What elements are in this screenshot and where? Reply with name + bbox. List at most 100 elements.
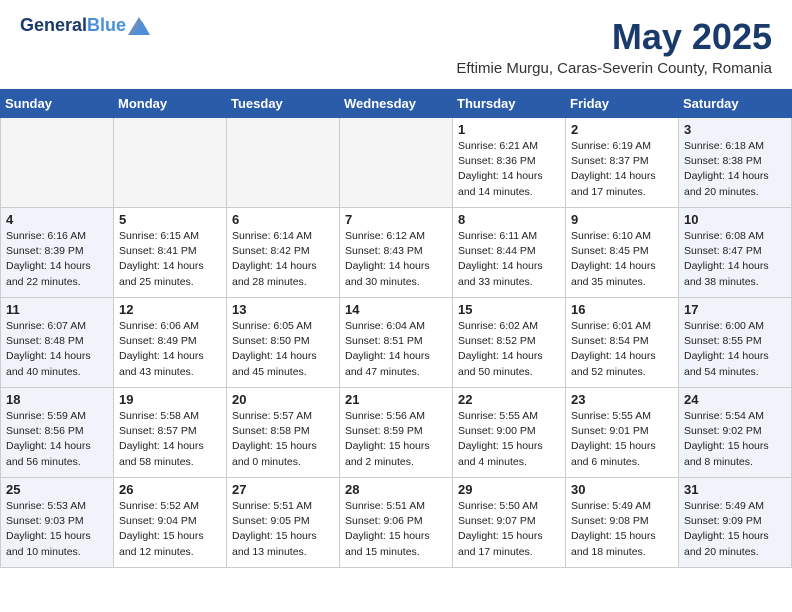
calendar-header-row: SundayMondayTuesdayWednesdayThursdayFrid…: [1, 90, 792, 118]
col-header-monday: Monday: [114, 90, 227, 118]
day-info: Sunrise: 6:05 AM Sunset: 8:50 PM Dayligh…: [232, 319, 334, 380]
day-number: 31: [684, 482, 786, 497]
day-number: 8: [458, 212, 560, 227]
logo: GeneralBlue: [20, 16, 150, 36]
week-row-4: 18 Sunrise: 5:59 AM Sunset: 8:56 PM Dayli…: [1, 388, 792, 478]
day-number: 5: [119, 212, 221, 227]
week-row-3: 11 Sunrise: 6:07 AM Sunset: 8:48 PM Dayli…: [1, 298, 792, 388]
day-info: Sunrise: 5:53 AM Sunset: 9:03 PM Dayligh…: [6, 499, 108, 560]
calendar-cell: 14Sunrise: 6:04 AM Sunset: 8:51 PM Dayli…: [340, 298, 453, 388]
day-number: 19: [119, 392, 221, 407]
day-info: Sunrise: 6:18 AM Sunset: 8:38 PM Dayligh…: [684, 139, 786, 200]
day-number: 4: [6, 212, 108, 227]
day-info: Sunrise: 5:54 AM Sunset: 9:02 PM Dayligh…: [684, 409, 786, 470]
calendar-cell: [114, 118, 227, 208]
day-number: 13: [232, 302, 334, 317]
day-info: Sunrise: 6:11 AM Sunset: 8:44 PM Dayligh…: [458, 229, 560, 290]
day-number: 26: [119, 482, 221, 497]
col-header-thursday: Thursday: [453, 90, 566, 118]
week-row-5: 25Sunrise: 5:53 AM Sunset: 9:03 PM Dayli…: [1, 478, 792, 568]
calendar-cell: 1Sunrise: 6:21 AM Sunset: 8:36 PM Daylig…: [453, 118, 566, 208]
day-info: Sunrise: 6:14 AM Sunset: 8:42 PM Dayligh…: [232, 229, 334, 290]
calendar-cell: 18 Sunrise: 5:59 AM Sunset: 8:56 PM Dayli…: [1, 388, 114, 478]
day-number: 29: [458, 482, 560, 497]
col-header-wednesday: Wednesday: [340, 90, 453, 118]
calendar-cell: 17 Sunrise: 6:00 AM Sunset: 8:55 PM Dayli…: [679, 298, 792, 388]
day-info: Sunrise: 5:50 AM Sunset: 9:07 PM Dayligh…: [458, 499, 560, 560]
day-info: Sunrise: 5:59 AM Sunset: 8:56 PM Dayligh…: [6, 409, 108, 470]
day-number: 23: [571, 392, 673, 407]
calendar-cell: 15Sunrise: 6:02 AM Sunset: 8:52 PM Dayli…: [453, 298, 566, 388]
week-row-2: 4 Sunrise: 6:16 AM Sunset: 8:39 PM Daylig…: [1, 208, 792, 298]
day-number: 7: [345, 212, 447, 227]
day-number: 30: [571, 482, 673, 497]
calendar-cell: 2 Sunrise: 6:19 AM Sunset: 8:37 PM Daylig…: [566, 118, 679, 208]
day-number: 20: [232, 392, 334, 407]
day-info: Sunrise: 6:02 AM Sunset: 8:52 PM Dayligh…: [458, 319, 560, 380]
day-info: Sunrise: 5:49 AM Sunset: 9:09 PM Dayligh…: [684, 499, 786, 560]
day-number: 12: [119, 302, 221, 317]
day-number: 28: [345, 482, 447, 497]
calendar-cell: 13 Sunrise: 6:05 AM Sunset: 8:50 PM Dayli…: [227, 298, 340, 388]
day-info: Sunrise: 5:55 AM Sunset: 9:00 PM Dayligh…: [458, 409, 560, 470]
day-info: Sunrise: 6:15 AM Sunset: 8:41 PM Dayligh…: [119, 229, 221, 290]
calendar-cell: 25Sunrise: 5:53 AM Sunset: 9:03 PM Dayli…: [1, 478, 114, 568]
calendar-cell: 28 Sunrise: 5:51 AM Sunset: 9:06 PM Dayli…: [340, 478, 453, 568]
calendar: SundayMondayTuesdayWednesdayThursdayFrid…: [0, 89, 792, 568]
day-number: 3: [684, 122, 786, 137]
calendar-cell: 31 Sunrise: 5:49 AM Sunset: 9:09 PM Dayli…: [679, 478, 792, 568]
calendar-cell: 12 Sunrise: 6:06 AM Sunset: 8:49 PM Dayli…: [114, 298, 227, 388]
calendar-cell: 5 Sunrise: 6:15 AM Sunset: 8:41 PM Daylig…: [114, 208, 227, 298]
col-header-sunday: Sunday: [1, 90, 114, 118]
day-number: 6: [232, 212, 334, 227]
header: GeneralBlue May 2025 Eftimie Murgu, Cara…: [0, 0, 792, 81]
day-info: Sunrise: 6:04 AM Sunset: 8:51 PM Dayligh…: [345, 319, 447, 380]
calendar-cell: [1, 118, 114, 208]
day-number: 21: [345, 392, 447, 407]
day-number: 9: [571, 212, 673, 227]
day-info: Sunrise: 6:16 AM Sunset: 8:39 PM Dayligh…: [6, 229, 108, 290]
calendar-cell: 3 Sunrise: 6:18 AM Sunset: 8:38 PM Daylig…: [679, 118, 792, 208]
day-info: Sunrise: 6:00 AM Sunset: 8:55 PM Dayligh…: [684, 319, 786, 380]
calendar-cell: [227, 118, 340, 208]
day-info: Sunrise: 5:51 AM Sunset: 9:06 PM Dayligh…: [345, 499, 447, 560]
day-number: 27: [232, 482, 334, 497]
day-number: 1: [458, 122, 560, 137]
calendar-cell: 16Sunrise: 6:01 AM Sunset: 8:54 PM Dayli…: [566, 298, 679, 388]
day-number: 11: [6, 302, 108, 317]
calendar-cell: 21 Sunrise: 5:56 AM Sunset: 8:59 PM Dayli…: [340, 388, 453, 478]
day-info: Sunrise: 6:10 AM Sunset: 8:45 PM Dayligh…: [571, 229, 673, 290]
calendar-cell: 26 Sunrise: 5:52 AM Sunset: 9:04 PM Dayli…: [114, 478, 227, 568]
day-number: 17: [684, 302, 786, 317]
day-number: 24: [684, 392, 786, 407]
calendar-cell: 27 Sunrise: 5:51 AM Sunset: 9:05 PM Dayli…: [227, 478, 340, 568]
day-info: Sunrise: 6:06 AM Sunset: 8:49 PM Dayligh…: [119, 319, 221, 380]
calendar-cell: 22 Sunrise: 5:55 AM Sunset: 9:00 PM Dayli…: [453, 388, 566, 478]
calendar-cell: 10Sunrise: 6:08 AM Sunset: 8:47 PM Dayli…: [679, 208, 792, 298]
day-number: 10: [684, 212, 786, 227]
col-header-friday: Friday: [566, 90, 679, 118]
day-number: 18: [6, 392, 108, 407]
day-info: Sunrise: 6:07 AM Sunset: 8:48 PM Dayligh…: [6, 319, 108, 380]
day-info: Sunrise: 6:19 AM Sunset: 8:37 PM Dayligh…: [571, 139, 673, 200]
calendar-cell: 20Sunrise: 5:57 AM Sunset: 8:58 PM Dayli…: [227, 388, 340, 478]
calendar-cell: 8 Sunrise: 6:11 AM Sunset: 8:44 PM Daylig…: [453, 208, 566, 298]
calendar-cell: 30Sunrise: 5:49 AM Sunset: 9:08 PM Dayli…: [566, 478, 679, 568]
logo-icon: [128, 17, 150, 35]
calendar-cell: 6 Sunrise: 6:14 AM Sunset: 8:42 PM Daylig…: [227, 208, 340, 298]
day-info: Sunrise: 6:12 AM Sunset: 8:43 PM Dayligh…: [345, 229, 447, 290]
calendar-cell: [340, 118, 453, 208]
day-number: 22: [458, 392, 560, 407]
calendar-cell: 29 Sunrise: 5:50 AM Sunset: 9:07 PM Dayli…: [453, 478, 566, 568]
calendar-cell: 4 Sunrise: 6:16 AM Sunset: 8:39 PM Daylig…: [1, 208, 114, 298]
week-row-1: 1Sunrise: 6:21 AM Sunset: 8:36 PM Daylig…: [1, 118, 792, 208]
day-info: Sunrise: 5:52 AM Sunset: 9:04 PM Dayligh…: [119, 499, 221, 560]
day-info: Sunrise: 5:58 AM Sunset: 8:57 PM Dayligh…: [119, 409, 221, 470]
day-info: Sunrise: 5:51 AM Sunset: 9:05 PM Dayligh…: [232, 499, 334, 560]
day-number: 2: [571, 122, 673, 137]
calendar-cell: 9 Sunrise: 6:10 AM Sunset: 8:45 PM Daylig…: [566, 208, 679, 298]
day-info: Sunrise: 5:56 AM Sunset: 8:59 PM Dayligh…: [345, 409, 447, 470]
subtitle: Eftimie Murgu, Caras-Severin County, Rom…: [456, 60, 772, 77]
calendar-cell: 24 Sunrise: 5:54 AM Sunset: 9:02 PM Dayli…: [679, 388, 792, 478]
col-header-tuesday: Tuesday: [227, 90, 340, 118]
